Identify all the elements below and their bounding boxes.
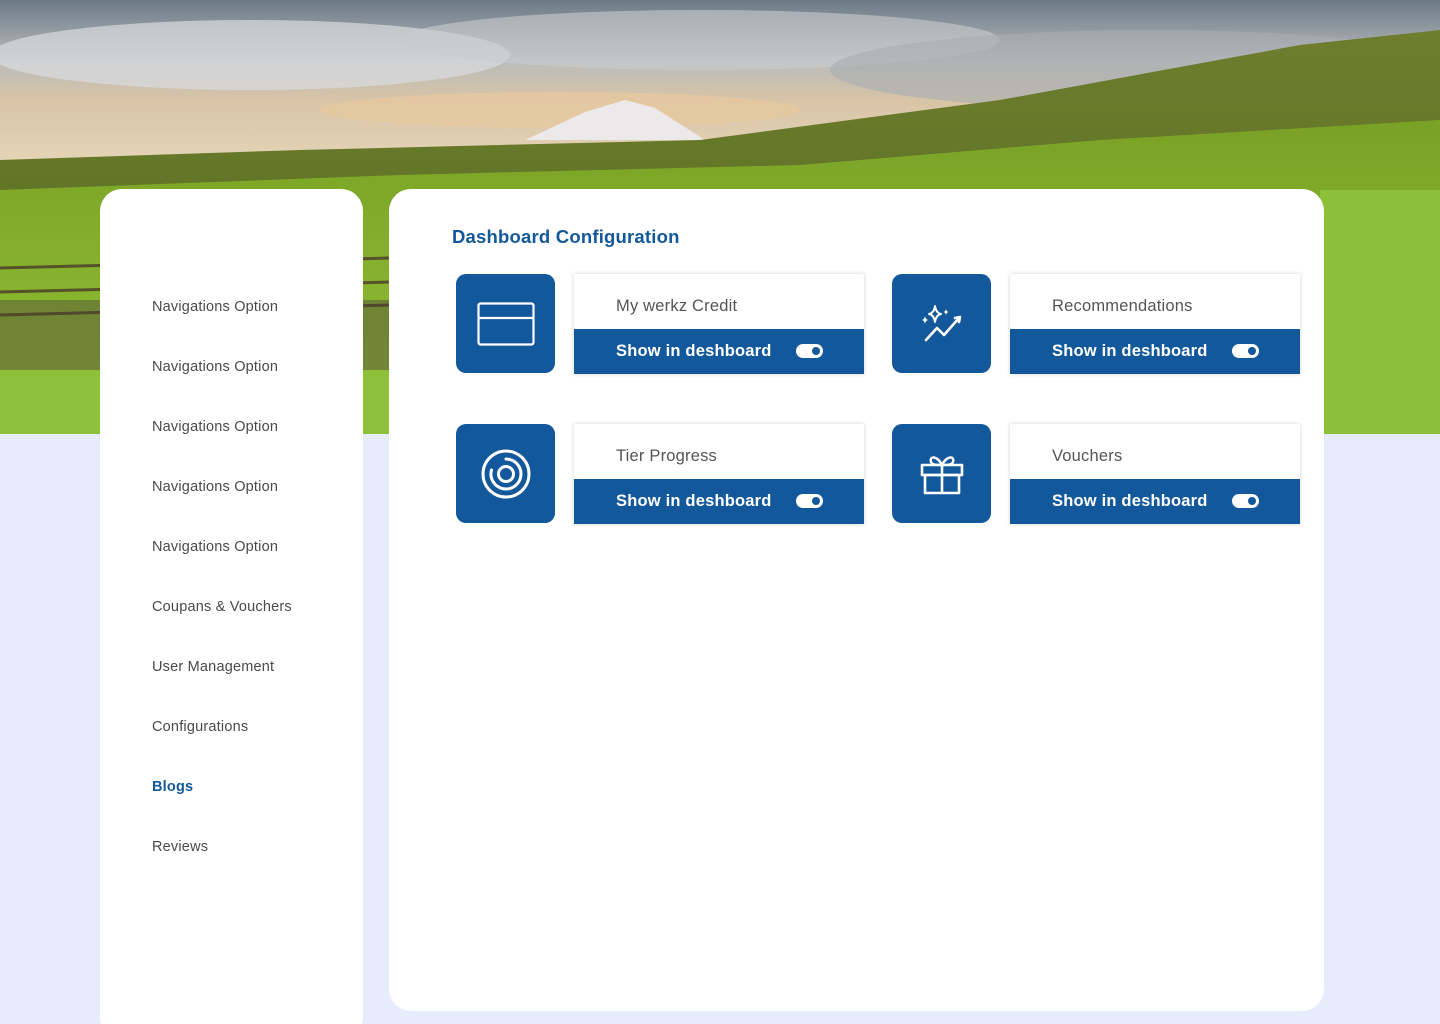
show-in-dashboard-label: Show in deshboard bbox=[1052, 342, 1208, 360]
sidebar-item-configurations[interactable]: Configurations bbox=[152, 719, 292, 779]
toggle-knob bbox=[812, 347, 820, 355]
show-in-dashboard-button[interactable]: Show in deshboard bbox=[574, 479, 864, 524]
widget-icon-tile bbox=[892, 274, 991, 373]
widget-tier-progress: Tier Progress Show in deshboard bbox=[456, 424, 892, 524]
sidebar-item-navigations-option-2[interactable]: Navigations Option bbox=[152, 359, 292, 419]
widget-title: Recommendations bbox=[1052, 297, 1193, 315]
widget-title: Vouchers bbox=[1052, 447, 1123, 465]
show-in-dashboard-label: Show in deshboard bbox=[616, 342, 772, 360]
sidebar-item-user-management[interactable]: User Management bbox=[152, 659, 292, 719]
widget-vouchers: Vouchers Show in deshboard bbox=[892, 424, 1328, 524]
sidebar-item-coupons-vouchers[interactable]: Coupans & Vouchers bbox=[152, 599, 292, 659]
progress-rings-icon bbox=[480, 448, 532, 500]
show-in-dashboard-toggle[interactable] bbox=[796, 344, 823, 358]
toggle-knob bbox=[1248, 497, 1256, 505]
sparkle-trend-icon bbox=[919, 304, 965, 344]
sidebar-item-navigations-option-3[interactable]: Navigations Option bbox=[152, 419, 292, 479]
main-panel: Dashboard Configuration My werkz Credit … bbox=[389, 189, 1324, 1011]
sidebar-item-navigations-option-5[interactable]: Navigations Option bbox=[152, 539, 292, 599]
widget-credit: My werkz Credit Show in deshboard bbox=[456, 274, 892, 374]
sidebar-item-blogs[interactable]: Blogs bbox=[152, 779, 292, 839]
sidebar: Navigations Option Navigations Option Na… bbox=[100, 189, 363, 1024]
toggle-knob bbox=[1248, 347, 1256, 355]
widget-card: Vouchers Show in deshboard bbox=[1010, 424, 1300, 524]
page-title: Dashboard Configuration bbox=[452, 226, 680, 247]
show-in-dashboard-label: Show in deshboard bbox=[1052, 492, 1208, 510]
toggle-knob bbox=[812, 497, 820, 505]
widget-title: Tier Progress bbox=[616, 447, 718, 465]
widget-recommendations: Recommendations Show in deshboard bbox=[892, 274, 1328, 374]
widget-card: Recommendations Show in deshboard bbox=[1010, 274, 1300, 374]
widget-title: My werkz Credit bbox=[616, 297, 738, 315]
sidebar-item-navigations-option-1[interactable]: Navigations Option bbox=[152, 299, 292, 359]
credit-card-icon bbox=[476, 301, 535, 346]
show-in-dashboard-button[interactable]: Show in deshboard bbox=[1010, 329, 1300, 374]
widget-icon-tile bbox=[456, 424, 555, 523]
show-in-dashboard-toggle[interactable] bbox=[796, 494, 823, 508]
show-in-dashboard-label: Show in deshboard bbox=[616, 492, 772, 510]
widget-card: Tier Progress Show in deshboard bbox=[574, 424, 864, 524]
widget-icon-tile bbox=[456, 274, 555, 373]
gift-icon bbox=[919, 452, 965, 496]
sidebar-item-navigations-option-4[interactable]: Navigations Option bbox=[152, 479, 292, 539]
show-in-dashboard-button[interactable]: Show in deshboard bbox=[574, 329, 864, 374]
widget-icon-tile bbox=[892, 424, 991, 523]
show-in-dashboard-toggle[interactable] bbox=[1232, 494, 1259, 508]
show-in-dashboard-toggle[interactable] bbox=[1232, 344, 1259, 358]
sidebar-nav: Navigations Option Navigations Option Na… bbox=[152, 299, 292, 899]
widget-card: My werkz Credit Show in deshboard bbox=[574, 274, 864, 374]
sidebar-item-reviews[interactable]: Reviews bbox=[152, 839, 292, 899]
show-in-dashboard-button[interactable]: Show in deshboard bbox=[1010, 479, 1300, 524]
